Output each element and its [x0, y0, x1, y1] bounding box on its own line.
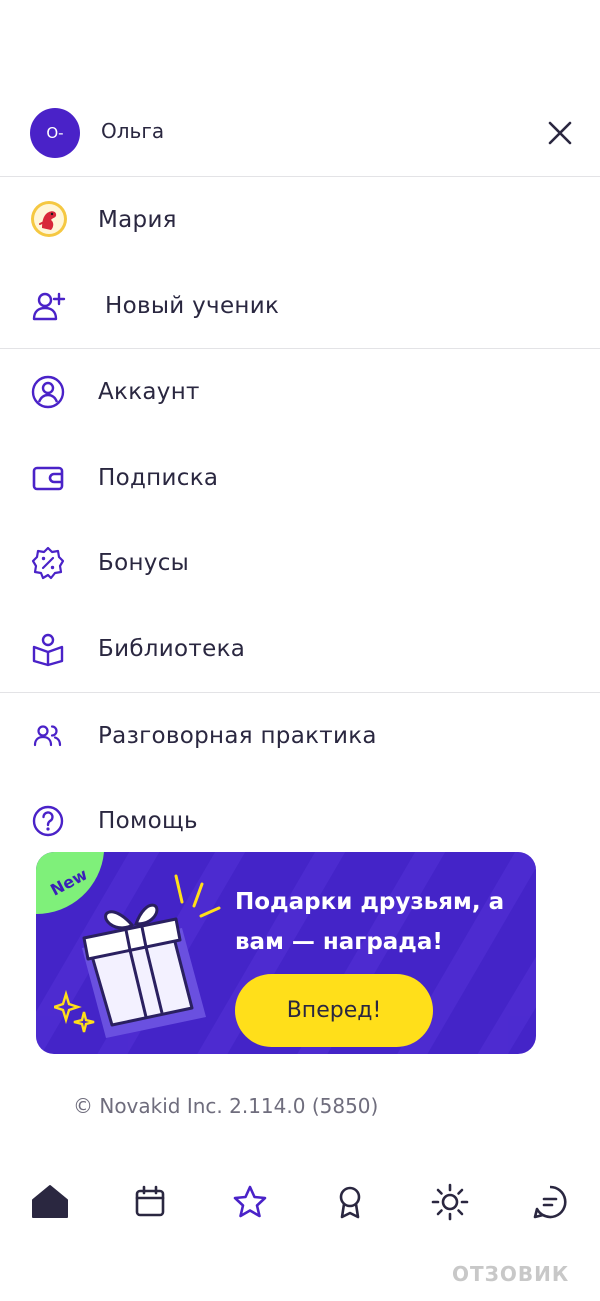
menu-label-library: Библиотека	[98, 636, 246, 662]
profile-name: Ольга	[101, 119, 165, 143]
add-student-item[interactable]: Новый ученик	[0, 271, 600, 341]
promo-title: Подарки друзьям, а вам — награда!	[235, 889, 505, 955]
watermark: ОТЗОВИК	[452, 1262, 569, 1286]
menu-label-bonuses: Бонусы	[98, 550, 190, 576]
close-icon	[548, 121, 572, 145]
referral-promo-banner[interactable]: New Подарки друзьям, а вам — награда! Вп…	[36, 852, 536, 1054]
divider	[0, 348, 600, 349]
wallet-icon	[30, 460, 66, 496]
menu-item-help[interactable]: Помощь	[0, 786, 600, 856]
add-student-label: Новый ученик	[105, 293, 280, 319]
menu-label-help: Помощь	[98, 808, 198, 834]
discount-badge-icon	[30, 545, 66, 581]
library-icon	[30, 631, 66, 667]
gift-icon	[54, 874, 221, 1038]
nav-home-button[interactable]	[28, 1180, 72, 1224]
menu-item-library[interactable]: Библиотека	[0, 614, 600, 684]
close-button[interactable]	[540, 113, 580, 153]
add-user-icon	[30, 288, 66, 324]
sun-icon	[431, 1183, 469, 1221]
watermark-text: ОТЗОВИК	[452, 1262, 570, 1286]
bottom-nav	[0, 1160, 600, 1242]
nav-chat-button[interactable]	[528, 1180, 572, 1224]
nav-favorites-button[interactable]	[228, 1180, 272, 1224]
menu-item-subscription[interactable]: Подписка	[0, 443, 600, 513]
help-icon	[30, 803, 66, 839]
account-icon	[30, 374, 66, 410]
chat-icon	[533, 1185, 567, 1219]
menu-label-account: Аккаунт	[98, 379, 200, 405]
divider	[0, 176, 600, 177]
avatar-initials: О-	[46, 124, 64, 142]
users-icon	[30, 718, 66, 754]
student-name: Мария	[98, 207, 177, 233]
menu-item-speaking-practice[interactable]: Разговорная практика	[0, 701, 600, 771]
copyright-text: © Novakid Inc. 2.114.0 (5850)	[73, 1094, 379, 1118]
nav-calendar-button[interactable]	[128, 1180, 172, 1224]
calendar-icon	[135, 1185, 165, 1217]
divider	[0, 692, 600, 693]
award-icon	[339, 1186, 361, 1219]
dino-avatar-icon	[31, 201, 67, 237]
nav-theme-button[interactable]	[428, 1180, 472, 1224]
menu-item-account[interactable]: Аккаунт	[0, 357, 600, 427]
menu-item-bonuses[interactable]: Бонусы	[0, 528, 600, 598]
student-avatar	[30, 200, 68, 238]
star-icon	[233, 1185, 267, 1218]
promo-go-button[interactable]: Вперед!	[235, 974, 433, 1047]
menu-label-speaking-practice: Разговорная практика	[98, 723, 377, 749]
nav-awards-button[interactable]	[328, 1180, 372, 1224]
home-icon	[32, 1185, 68, 1218]
student-item-maria[interactable]: Мария	[0, 185, 600, 255]
profile-avatar: О-	[30, 108, 80, 158]
menu-label-subscription: Подписка	[98, 465, 219, 491]
